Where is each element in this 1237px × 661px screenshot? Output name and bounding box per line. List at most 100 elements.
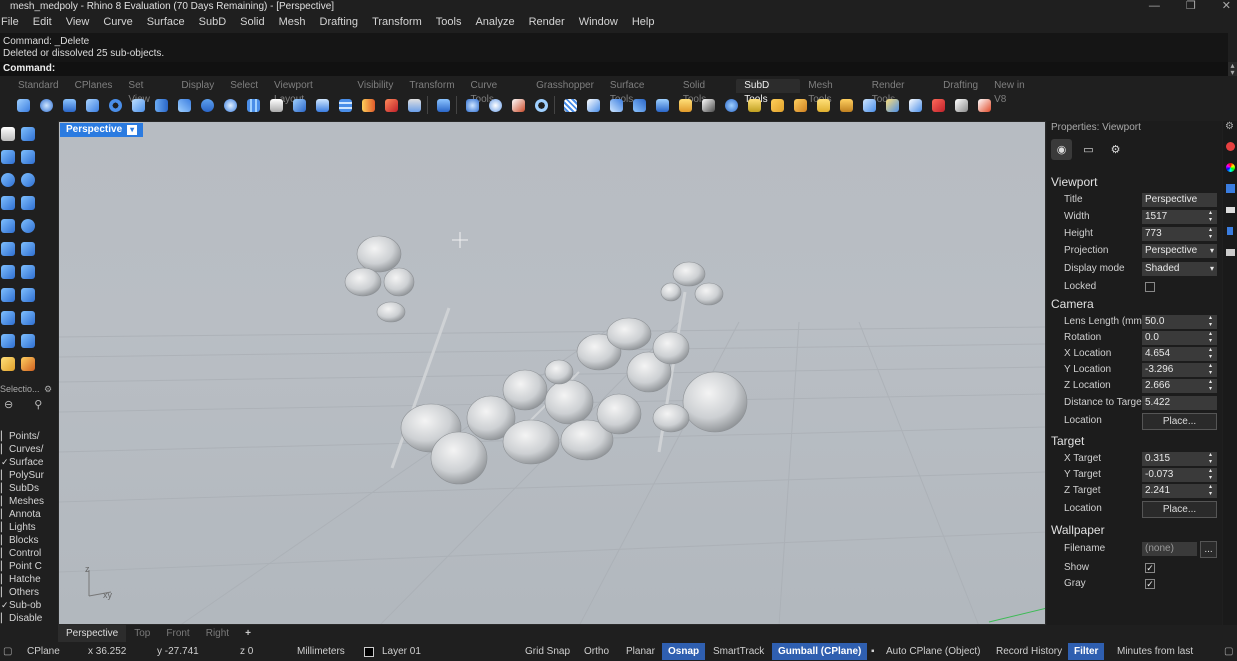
selection-filter-checkbox[interactable]: ▏ (1, 495, 9, 508)
selection-filter-item[interactable]: ▏Hatche (0, 573, 44, 586)
subd-convert-icon[interactable] (836, 95, 856, 115)
selection-filter-checkbox[interactable]: ▏ (1, 586, 9, 599)
status-units[interactable]: Millimeters (297, 642, 345, 661)
subd-slide-icon[interactable] (744, 95, 764, 115)
info-icon[interactable] (1227, 227, 1233, 235)
display-icon[interactable]: ▭ (1078, 139, 1099, 160)
selection-filter-item[interactable]: ▏Point C (0, 560, 44, 573)
status-gumball[interactable]: Gumball (CPlane) (772, 643, 868, 660)
menu-analyze[interactable]: Analyze (468, 14, 521, 32)
menu-curve[interactable]: Curve (96, 14, 139, 32)
x-target-field[interactable]: 0.315 (1142, 452, 1217, 466)
torus-icon[interactable] (21, 218, 35, 233)
tab-grasshopper[interactable]: Grasshopper (528, 79, 602, 93)
select-arrow-icon[interactable] (1, 126, 15, 141)
tab-solid-tools[interactable]: Solid Tools (675, 79, 736, 105)
tab-set-view[interactable]: Set View (120, 79, 173, 105)
subd-smooth-icon[interactable] (905, 95, 925, 115)
width-field[interactable]: 1517 (1142, 210, 1217, 224)
rotation-field[interactable]: 0.0 (1142, 331, 1217, 345)
menu-solid[interactable]: Solid (233, 14, 271, 32)
selection-filter-checkbox[interactable]: ▏ (1, 508, 9, 521)
subd-sweep-icon[interactable] (174, 95, 194, 115)
subd-patch-icon[interactable] (266, 95, 286, 115)
add-view-tab-icon[interactable]: + (237, 625, 259, 642)
selection-filter-checkbox[interactable]: ✓ (1, 599, 9, 612)
browse-button[interactable]: ... (1200, 541, 1217, 558)
restore-icon[interactable]: ❐ (1186, 0, 1196, 12)
subd-extrude-icon[interactable] (698, 95, 718, 115)
subd-edge-icon[interactable] (583, 95, 603, 115)
menu-surface[interactable]: Surface (140, 14, 192, 32)
stamp-icon[interactable] (21, 333, 35, 348)
subd-loft-icon[interactable] (151, 95, 171, 115)
subd-stretch-icon[interactable] (462, 95, 482, 115)
sphere-icon[interactable] (1, 172, 15, 187)
subd-frame-icon[interactable] (404, 95, 424, 115)
selection-filter-checkbox[interactable]: ▏ (1, 443, 9, 456)
selection-filter-item[interactable]: ▏Blocks (0, 534, 44, 547)
selection-filter-item[interactable]: ▏Curves/ (0, 443, 44, 456)
subd-fit-icon[interactable] (813, 95, 833, 115)
selection-filter-item[interactable]: ▏PolySur (0, 469, 44, 482)
selection-filter-checkbox[interactable]: ▏ (1, 521, 9, 534)
subd-chain-icon[interactable] (629, 95, 649, 115)
subd-crease-edge-icon[interactable] (974, 95, 994, 115)
subd-display-icon[interactable] (560, 95, 580, 115)
menu-edit[interactable]: Edit (26, 14, 59, 32)
y-target-field[interactable]: -0.073 (1142, 468, 1217, 482)
display-panel-icon[interactable] (1226, 249, 1235, 256)
selection-filter-checkbox[interactable]: ▏ (1, 612, 9, 625)
tab-select[interactable]: Select (222, 79, 266, 93)
view-tab-right[interactable]: Right (198, 625, 237, 642)
tab-transform[interactable]: Transform (401, 79, 462, 93)
selection-filter-checkbox[interactable]: ▏ (1, 469, 9, 482)
subd-torus-icon[interactable] (105, 95, 125, 115)
panel-toggle-icon[interactable]: ▢ (3, 642, 12, 661)
wave-icon[interactable] (1, 333, 15, 348)
menu-window[interactable]: Window (572, 14, 625, 32)
status-ortho[interactable]: Ortho (584, 642, 609, 661)
camera-place-button[interactable]: Place... (1142, 413, 1217, 430)
selection-filter-item[interactable]: ▏Lights (0, 521, 44, 534)
selection-filter-item[interactable]: ✓Sub-ob (0, 599, 44, 612)
show-checkbox[interactable]: ✓ (1145, 563, 1155, 573)
status-cplane[interactable]: CPlane (27, 642, 60, 661)
menu-subd[interactable]: SubD (192, 14, 234, 32)
selection-filter-item[interactable]: ✓Surface (0, 456, 44, 469)
tab-surface-tools[interactable]: Surface Tools (602, 79, 675, 105)
command-scrollbar[interactable]: ▴ ▾ (1228, 62, 1237, 77)
point-icon[interactable] (21, 126, 35, 141)
lens-length-field[interactable]: 50.0 (1142, 315, 1217, 329)
tab-cplanes[interactable]: CPlanes (67, 79, 121, 93)
status-layer[interactable]: Layer 01 (382, 642, 421, 661)
selection-filter-item[interactable]: ▏Points/ (0, 430, 44, 443)
display-mode-select[interactable]: Shaded (1142, 262, 1217, 276)
status-smarttrack[interactable]: SmartTrack (713, 642, 764, 661)
filename-field[interactable]: (none) (1142, 542, 1197, 556)
cone-icon[interactable] (1, 195, 15, 210)
status-planar[interactable]: Planar (626, 642, 655, 661)
subd-sphere-icon[interactable] (36, 95, 56, 115)
menu-drafting[interactable]: Drafting (313, 14, 366, 32)
subd-rotate-icon[interactable] (508, 95, 528, 115)
subd-fill-icon[interactable] (675, 95, 695, 115)
menu-transform[interactable]: Transform (365, 14, 429, 32)
tab-subd-tools[interactable]: SubD Tools (736, 79, 801, 105)
target-place-button[interactable]: Place... (1142, 501, 1217, 518)
gear-icon[interactable]: ⚙ (44, 384, 52, 394)
polyline-icon[interactable] (1, 287, 15, 302)
command-prompt[interactable]: Command: (0, 62, 1228, 76)
y-location-field[interactable]: -3.296 (1142, 363, 1217, 377)
subd-link-icon[interactable] (606, 95, 626, 115)
subd-bevel-icon[interactable] (928, 95, 948, 115)
selection-filter-item[interactable]: ▏Annota (0, 508, 44, 521)
menu-help[interactable]: Help (625, 14, 662, 32)
align-icon[interactable] (21, 310, 35, 325)
layers-panel-icon[interactable] (1226, 184, 1235, 193)
subd-flat-icon[interactable] (882, 95, 902, 115)
minimize-icon[interactable]: — (1149, 0, 1160, 12)
x-location-field[interactable]: 4.654 (1142, 347, 1217, 361)
color-icon[interactable] (1226, 163, 1235, 172)
subd-weld-icon[interactable] (652, 95, 672, 115)
